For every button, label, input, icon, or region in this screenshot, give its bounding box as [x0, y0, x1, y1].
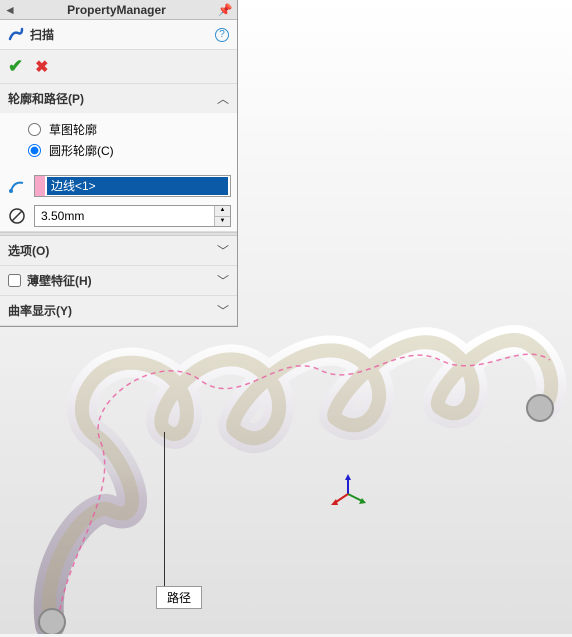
cancel-button[interactable]: ✖ [35, 57, 48, 77]
chevron-up-icon: ︿ [217, 90, 229, 107]
section-header-curvature[interactable]: 曲率显示(Y) ﹀ [0, 296, 237, 325]
section-title: 选项(O) [8, 242, 49, 259]
section-title: 曲率显示(Y) [8, 302, 72, 319]
section-profile-path: 轮廓和路径(P) ︿ 草图轮廓 圆形轮廓(C) 边线<1> [0, 84, 237, 232]
confirm-row: ✔ ✖ [0, 50, 237, 84]
path-icon [6, 175, 28, 197]
diameter-spinner: ▲ ▼ [214, 206, 230, 226]
section-curvature: 曲率显示(Y) ﹀ [0, 296, 237, 326]
selection-color-strip [35, 176, 45, 196]
diameter-input[interactable] [35, 206, 214, 226]
selected-edge-item[interactable]: 边线<1> [47, 177, 228, 195]
section-header-profile[interactable]: 轮廓和路径(P) ︿ [0, 84, 237, 113]
section-thin: 薄壁特征(H) ﹀ [0, 266, 237, 296]
pin-icon[interactable]: 📌 [213, 3, 237, 17]
path-callout[interactable]: 路径 [156, 586, 202, 609]
section-header-options[interactable]: 选项(O) ﹀ [0, 236, 237, 265]
radio-sketch-profile[interactable]: 草图轮廓 [28, 119, 229, 140]
diameter-input-wrap: ▲ ▼ [34, 205, 231, 227]
sweep-icon [8, 27, 24, 43]
radio-circle-label: 圆形轮廓(C) [49, 142, 114, 159]
path-selection-box[interactable]: 边线<1> [34, 175, 231, 197]
spin-up-button[interactable]: ▲ [215, 206, 230, 217]
panel-title: PropertyManager [20, 3, 213, 17]
feature-name: 扫描 [30, 26, 54, 43]
diameter-row: ▲ ▼ [0, 201, 237, 231]
help-icon[interactable]: ? [215, 28, 229, 42]
radio-circle-input[interactable] [28, 144, 41, 157]
thin-checkbox[interactable] [8, 274, 21, 287]
chevron-down-icon: ﹀ [217, 242, 229, 259]
section-options: 选项(O) ﹀ [0, 236, 237, 266]
callout-leader-line [164, 432, 165, 588]
nav-prev-icon[interactable]: ◄ [0, 3, 20, 17]
feature-title-row: 扫描 ? [0, 20, 237, 50]
ok-button[interactable]: ✔ [8, 56, 23, 77]
section-body-profile: 草图轮廓 圆形轮廓(C) [0, 113, 237, 171]
origin-triad-icon [328, 474, 368, 514]
thin-feature-row[interactable]: 薄壁特征(H) ﹀ [0, 266, 237, 295]
thin-label: 薄壁特征(H) [27, 272, 92, 289]
panel-header: ◄ PropertyManager 📌 [0, 0, 237, 20]
section-title: 轮廓和路径(P) [8, 90, 84, 107]
radio-sketch-label: 草图轮廓 [49, 121, 97, 138]
radio-circle-profile[interactable]: 圆形轮廓(C) [28, 140, 229, 161]
path-selection-row: 边线<1> [0, 171, 237, 201]
diameter-icon [6, 205, 28, 227]
chevron-down-icon: ﹀ [217, 272, 229, 289]
property-manager-panel: ◄ PropertyManager 📌 扫描 ? ✔ ✖ 轮廓和路径(P) ︿ … [0, 0, 238, 327]
spin-down-button[interactable]: ▼ [215, 217, 230, 227]
callout-label: 路径 [167, 591, 191, 605]
chevron-down-icon: ﹀ [217, 302, 229, 319]
radio-sketch-input[interactable] [28, 123, 41, 136]
